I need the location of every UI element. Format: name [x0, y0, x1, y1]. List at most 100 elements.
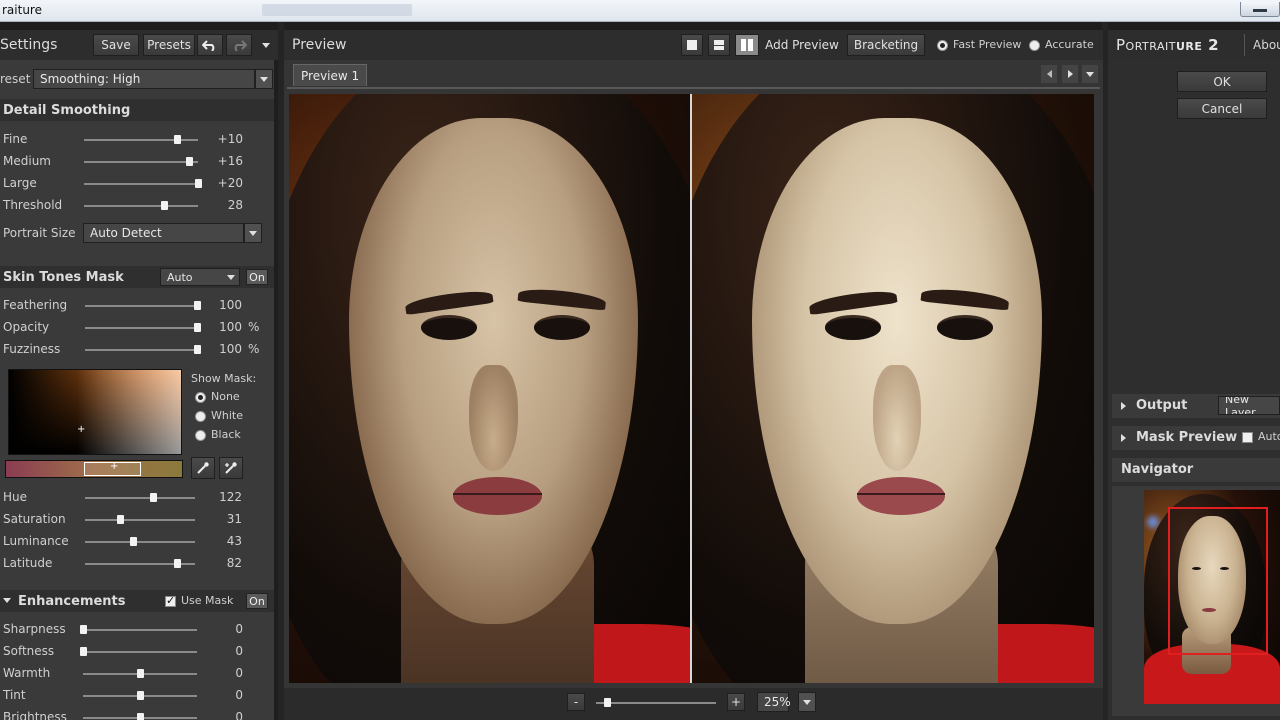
softness-slider[interactable]: [83, 651, 197, 653]
use-mask-label: Use Mask: [181, 594, 234, 607]
opacity-value: 100: [219, 320, 242, 334]
eyedropper-icon[interactable]: [191, 457, 215, 479]
show-mask-black-radio[interactable]: [195, 430, 206, 441]
bracketing-button[interactable]: Bracketing: [847, 34, 925, 56]
output-section[interactable]: Output New Layer: [1112, 394, 1280, 418]
portrait-size-arrow-icon[interactable]: [244, 223, 262, 243]
zoom-in-button[interactable]: +: [727, 693, 745, 711]
zoom-slider[interactable]: [596, 702, 716, 704]
softness-slider-handle[interactable]: [80, 647, 87, 656]
tab-scroll-right-icon[interactable]: [1062, 65, 1078, 83]
presets-button[interactable]: Presets: [143, 34, 195, 56]
threshold-label: Threshold: [3, 198, 63, 212]
preview-before-image[interactable]: [289, 94, 690, 683]
mask-preview-auto-checkbox[interactable]: [1242, 432, 1253, 443]
preview-title: Preview: [292, 37, 347, 53]
enhancements-collapse-icon[interactable]: [3, 598, 11, 603]
warmth-slider-handle[interactable]: [137, 669, 144, 678]
portrait-size-dropdown[interactable]: Auto Detect: [83, 223, 244, 243]
output-expand-icon[interactable]: [1121, 402, 1126, 410]
preview-after-image[interactable]: [692, 94, 1094, 683]
navigator-thumbnail[interactable]: [1144, 490, 1280, 704]
brand-suffix: ure 2: [1175, 36, 1220, 54]
softness-value: 0: [235, 644, 243, 658]
tab-scroll-left-icon[interactable]: [1041, 65, 1057, 83]
hue-range-bar[interactable]: +: [5, 460, 183, 478]
mask-preview-section[interactable]: Mask Preview Auto: [1112, 426, 1280, 450]
zoom-level-dropdown[interactable]: 25%: [757, 692, 791, 712]
skin-color-field[interactable]: +: [8, 369, 182, 455]
opacity-slider[interactable]: [85, 327, 197, 329]
brightness-slider-handle[interactable]: [137, 713, 144, 720]
about-button[interactable]: About: [1244, 34, 1280, 56]
fast-preview-radio[interactable]: [937, 40, 948, 51]
softness-label: Softness: [3, 644, 55, 658]
skin-mode-dropdown[interactable]: Auto: [160, 268, 240, 286]
threshold-slider[interactable]: [84, 205, 198, 207]
preset-dropdown[interactable]: Smoothing: High: [33, 69, 255, 89]
zoom-out-button[interactable]: -: [567, 693, 585, 711]
saturation-slider-handle[interactable]: [117, 515, 124, 524]
show-mask-white-radio[interactable]: [195, 411, 206, 422]
show-mask-none-radio[interactable]: [195, 392, 206, 403]
redo-icon[interactable]: [226, 34, 252, 56]
hue-slider[interactable]: [85, 497, 195, 499]
skin-mask-on-toggle[interactable]: On: [246, 269, 268, 285]
split-vertical-icon[interactable]: [735, 34, 759, 56]
cancel-button[interactable]: Cancel: [1177, 98, 1267, 119]
tab-preview-1[interactable]: Preview 1: [293, 64, 367, 86]
settings-menu-arrow-icon[interactable]: [256, 37, 276, 53]
split-horizontal-icon[interactable]: [708, 34, 730, 56]
undo-icon[interactable]: [197, 34, 223, 56]
fast-preview-label: Fast Preview: [953, 38, 1022, 51]
large-slider[interactable]: [84, 183, 198, 185]
ok-button[interactable]: OK: [1177, 71, 1267, 92]
use-mask-checkbox[interactable]: [165, 594, 176, 607]
enhancements-title: Enhancements: [18, 594, 126, 609]
threshold-slider-handle[interactable]: [161, 201, 168, 210]
latitude-value: 82: [226, 556, 242, 570]
tab-menu-icon[interactable]: [1082, 65, 1098, 83]
preset-dropdown-arrow-icon[interactable]: [255, 69, 273, 89]
eyedropper-add-icon[interactable]: [219, 457, 243, 479]
accurate-label: Accurate: [1045, 38, 1094, 51]
minimize-button[interactable]: [1240, 2, 1280, 17]
hue-value: 122: [219, 490, 242, 504]
sharpness-label: Sharpness: [3, 622, 66, 636]
enhancements-on-toggle[interactable]: On: [246, 593, 268, 609]
fine-slider-handle[interactable]: [174, 135, 181, 144]
add-preview-button[interactable]: Add Preview: [764, 34, 840, 56]
latitude-slider-handle[interactable]: [174, 559, 181, 568]
single-view-icon[interactable]: [681, 34, 703, 56]
medium-slider[interactable]: [84, 161, 198, 163]
saturation-slider[interactable]: [85, 519, 195, 521]
tint-slider-handle[interactable]: [137, 691, 144, 700]
output-dropdown[interactable]: New Layer: [1218, 396, 1280, 415]
luminance-slider[interactable]: [85, 541, 195, 543]
accurate-radio[interactable]: [1029, 40, 1040, 51]
large-slider-handle[interactable]: [195, 179, 202, 188]
zoom-level-arrow-icon[interactable]: [798, 692, 816, 712]
luminance-slider-handle[interactable]: [130, 537, 137, 546]
opacity-slider-handle[interactable]: [194, 323, 201, 332]
zoom-slider-handle[interactable]: [604, 698, 611, 707]
hue-range-selector[interactable]: +: [84, 461, 141, 476]
navigator-view-box[interactable]: [1168, 507, 1268, 655]
save-button[interactable]: Save: [93, 34, 139, 56]
feathering-value: 100: [219, 298, 242, 312]
detail-smoothing-section[interactable]: Detail Smoothing: [0, 99, 274, 121]
opacity-label: Opacity: [3, 320, 50, 334]
mask-preview-expand-icon[interactable]: [1121, 434, 1126, 442]
warmth-label: Warmth: [3, 666, 51, 680]
medium-slider-handle[interactable]: [186, 157, 193, 166]
fuzziness-slider-handle[interactable]: [194, 345, 201, 354]
feathering-slider[interactable]: [85, 305, 197, 307]
sharpness-slider-handle[interactable]: [80, 625, 87, 634]
fuzziness-slider[interactable]: [85, 349, 197, 351]
feathering-slider-handle[interactable]: [194, 301, 201, 310]
show-mask-white-label: White: [211, 409, 243, 422]
about-label: About: [1253, 38, 1280, 52]
title-bar: raiture: [0, 0, 1280, 22]
sharpness-slider[interactable]: [83, 629, 197, 631]
hue-slider-handle[interactable]: [150, 493, 157, 502]
